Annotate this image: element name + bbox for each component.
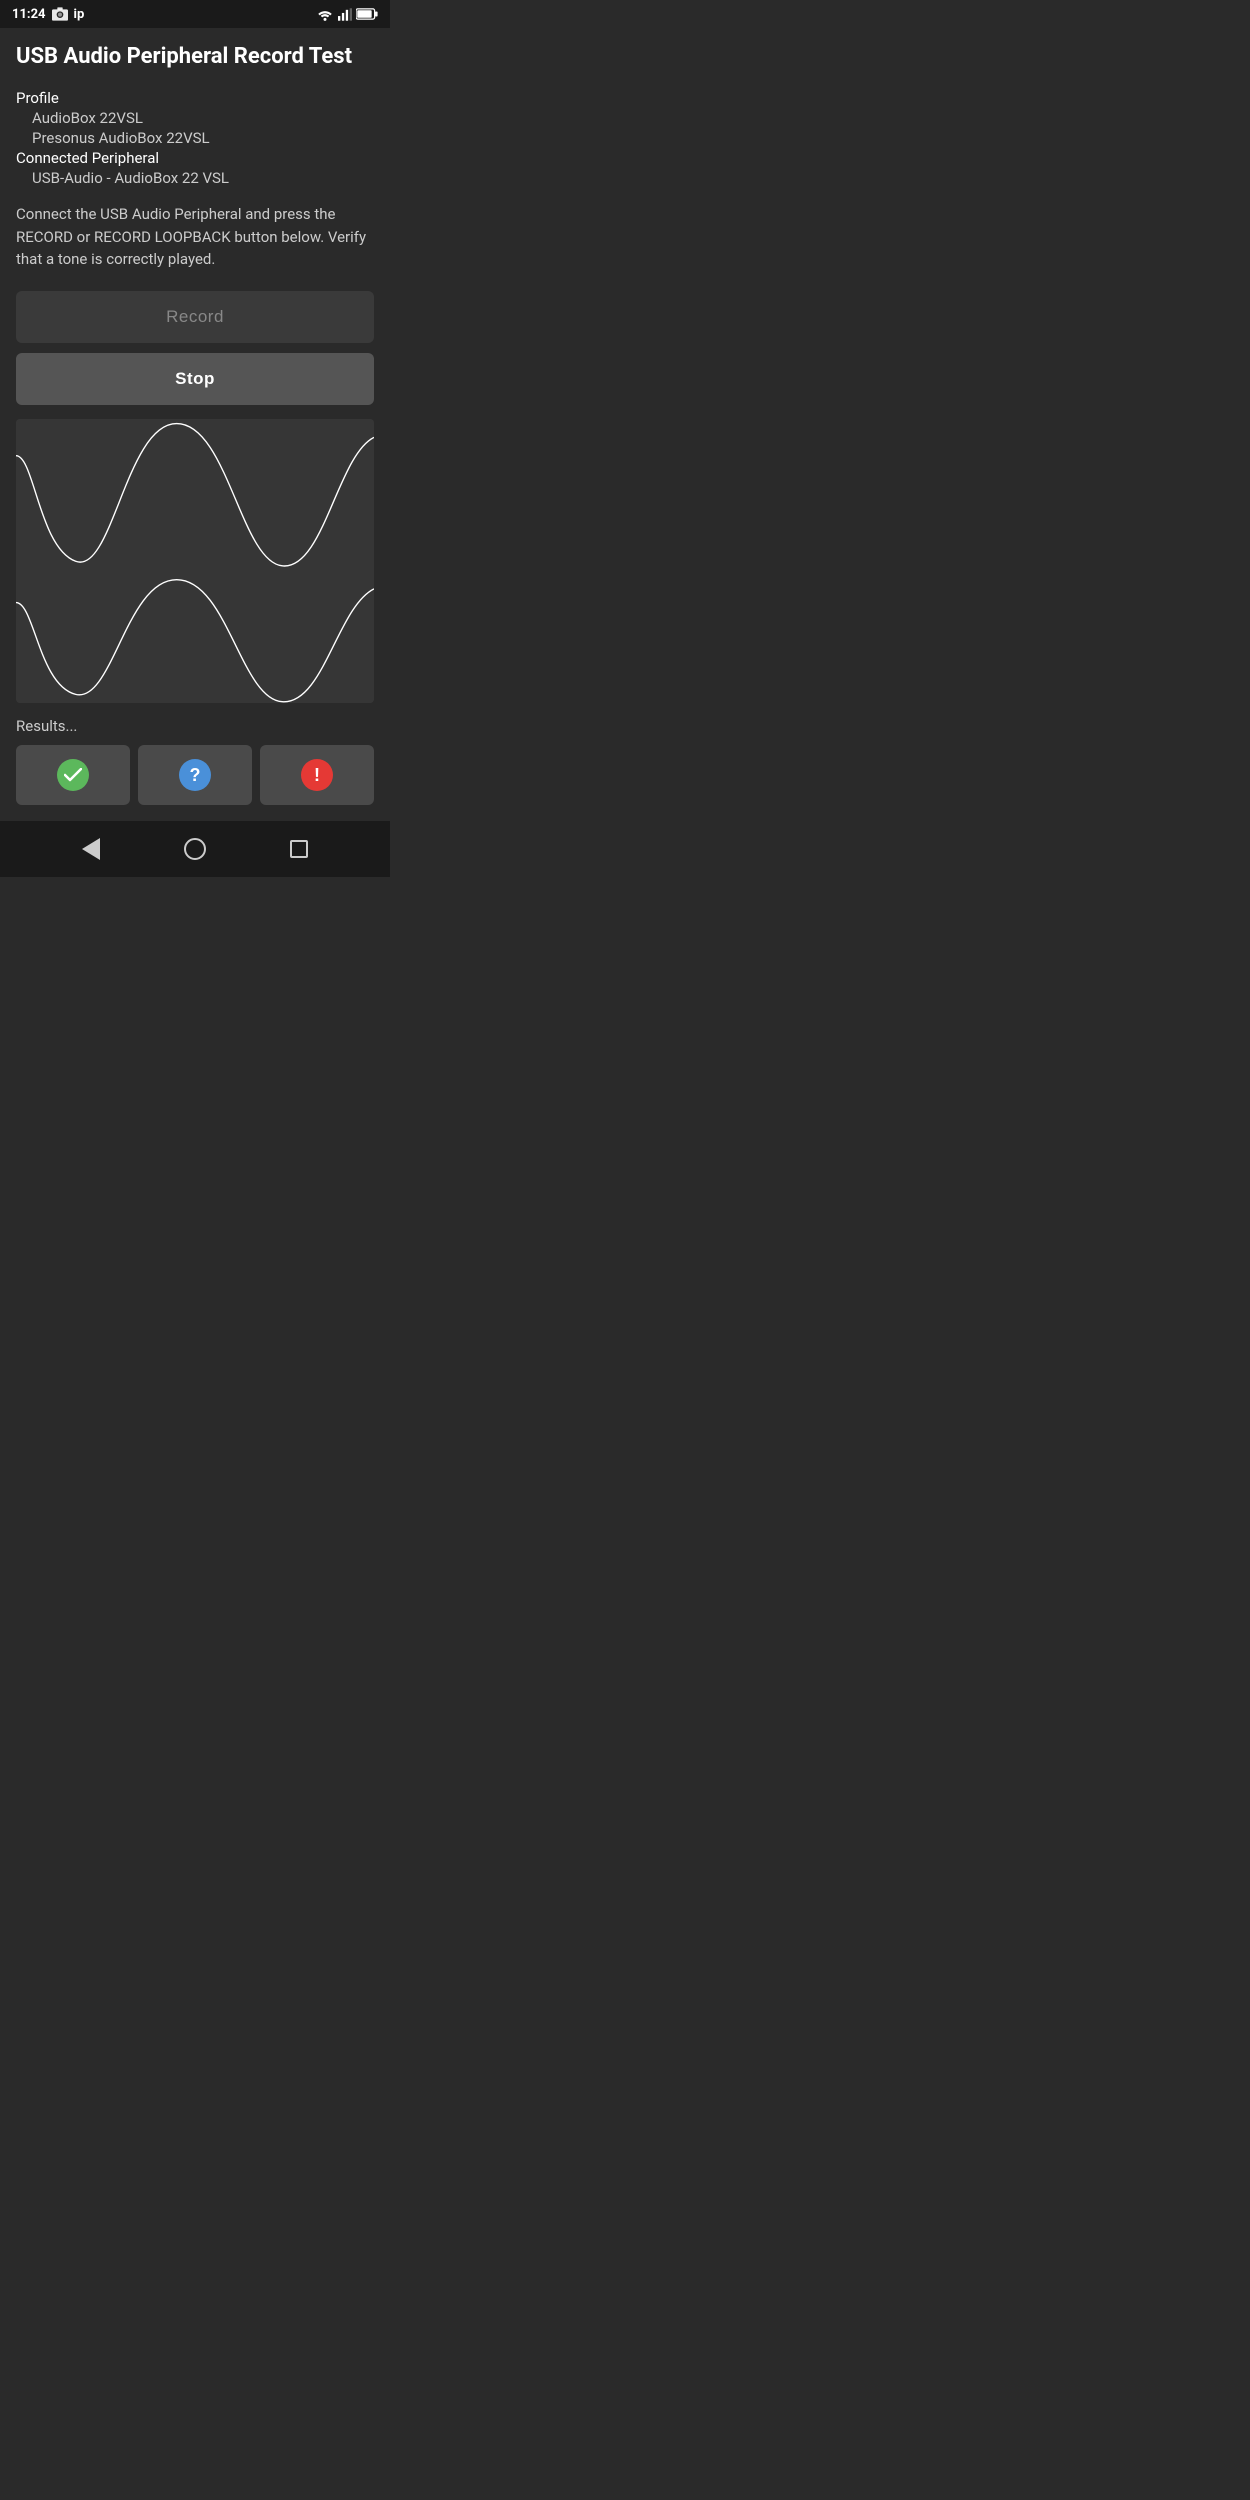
profile-line1: AudioBox 22VSL — [16, 109, 374, 127]
record-button[interactable]: Record — [16, 291, 374, 343]
results-label: Results... — [16, 717, 374, 735]
waveform-svg — [16, 419, 374, 704]
check-icon — [57, 759, 89, 791]
photo-icon — [52, 7, 68, 21]
pass-result-button[interactable] — [16, 745, 130, 805]
stop-button[interactable]: Stop — [16, 353, 374, 405]
results-buttons: ? ! — [16, 745, 374, 805]
page-title: USB Audio Peripheral Record Test — [16, 44, 374, 69]
main-content: USB Audio Peripheral Record Test Profile… — [0, 28, 390, 821]
question-icon: ? — [179, 759, 211, 791]
back-icon — [82, 838, 100, 860]
battery-icon — [356, 8, 378, 20]
profile-section: Profile AudioBox 22VSL Presonus AudioBox… — [16, 89, 374, 187]
home-icon — [184, 838, 206, 860]
waveform-display — [16, 419, 374, 704]
recent-icon — [290, 840, 308, 858]
home-button[interactable] — [176, 830, 214, 868]
fail-result-button[interactable]: ! — [260, 745, 374, 805]
wifi-icon — [316, 8, 334, 21]
recent-button[interactable] — [282, 832, 316, 866]
connected-peripheral-label: Connected Peripheral — [16, 149, 374, 167]
connected-peripheral-value: USB-Audio - AudioBox 22 VSL — [16, 169, 374, 187]
status-bar: 11:24 ip — [0, 0, 390, 28]
ip-label: ip — [74, 7, 85, 22]
back-button[interactable] — [74, 830, 108, 868]
signal-icon — [338, 8, 352, 21]
description-text: Connect the USB Audio Peripheral and pre… — [16, 203, 374, 271]
profile-line2: Presonus AudioBox 22VSL — [16, 129, 374, 147]
exclamation-icon: ! — [301, 759, 333, 791]
unknown-result-button[interactable]: ? — [138, 745, 252, 805]
status-right — [316, 8, 378, 21]
status-left: 11:24 ip — [12, 7, 84, 22]
nav-bar — [0, 821, 390, 877]
time-display: 11:24 — [12, 7, 46, 22]
profile-label: Profile — [16, 89, 374, 107]
